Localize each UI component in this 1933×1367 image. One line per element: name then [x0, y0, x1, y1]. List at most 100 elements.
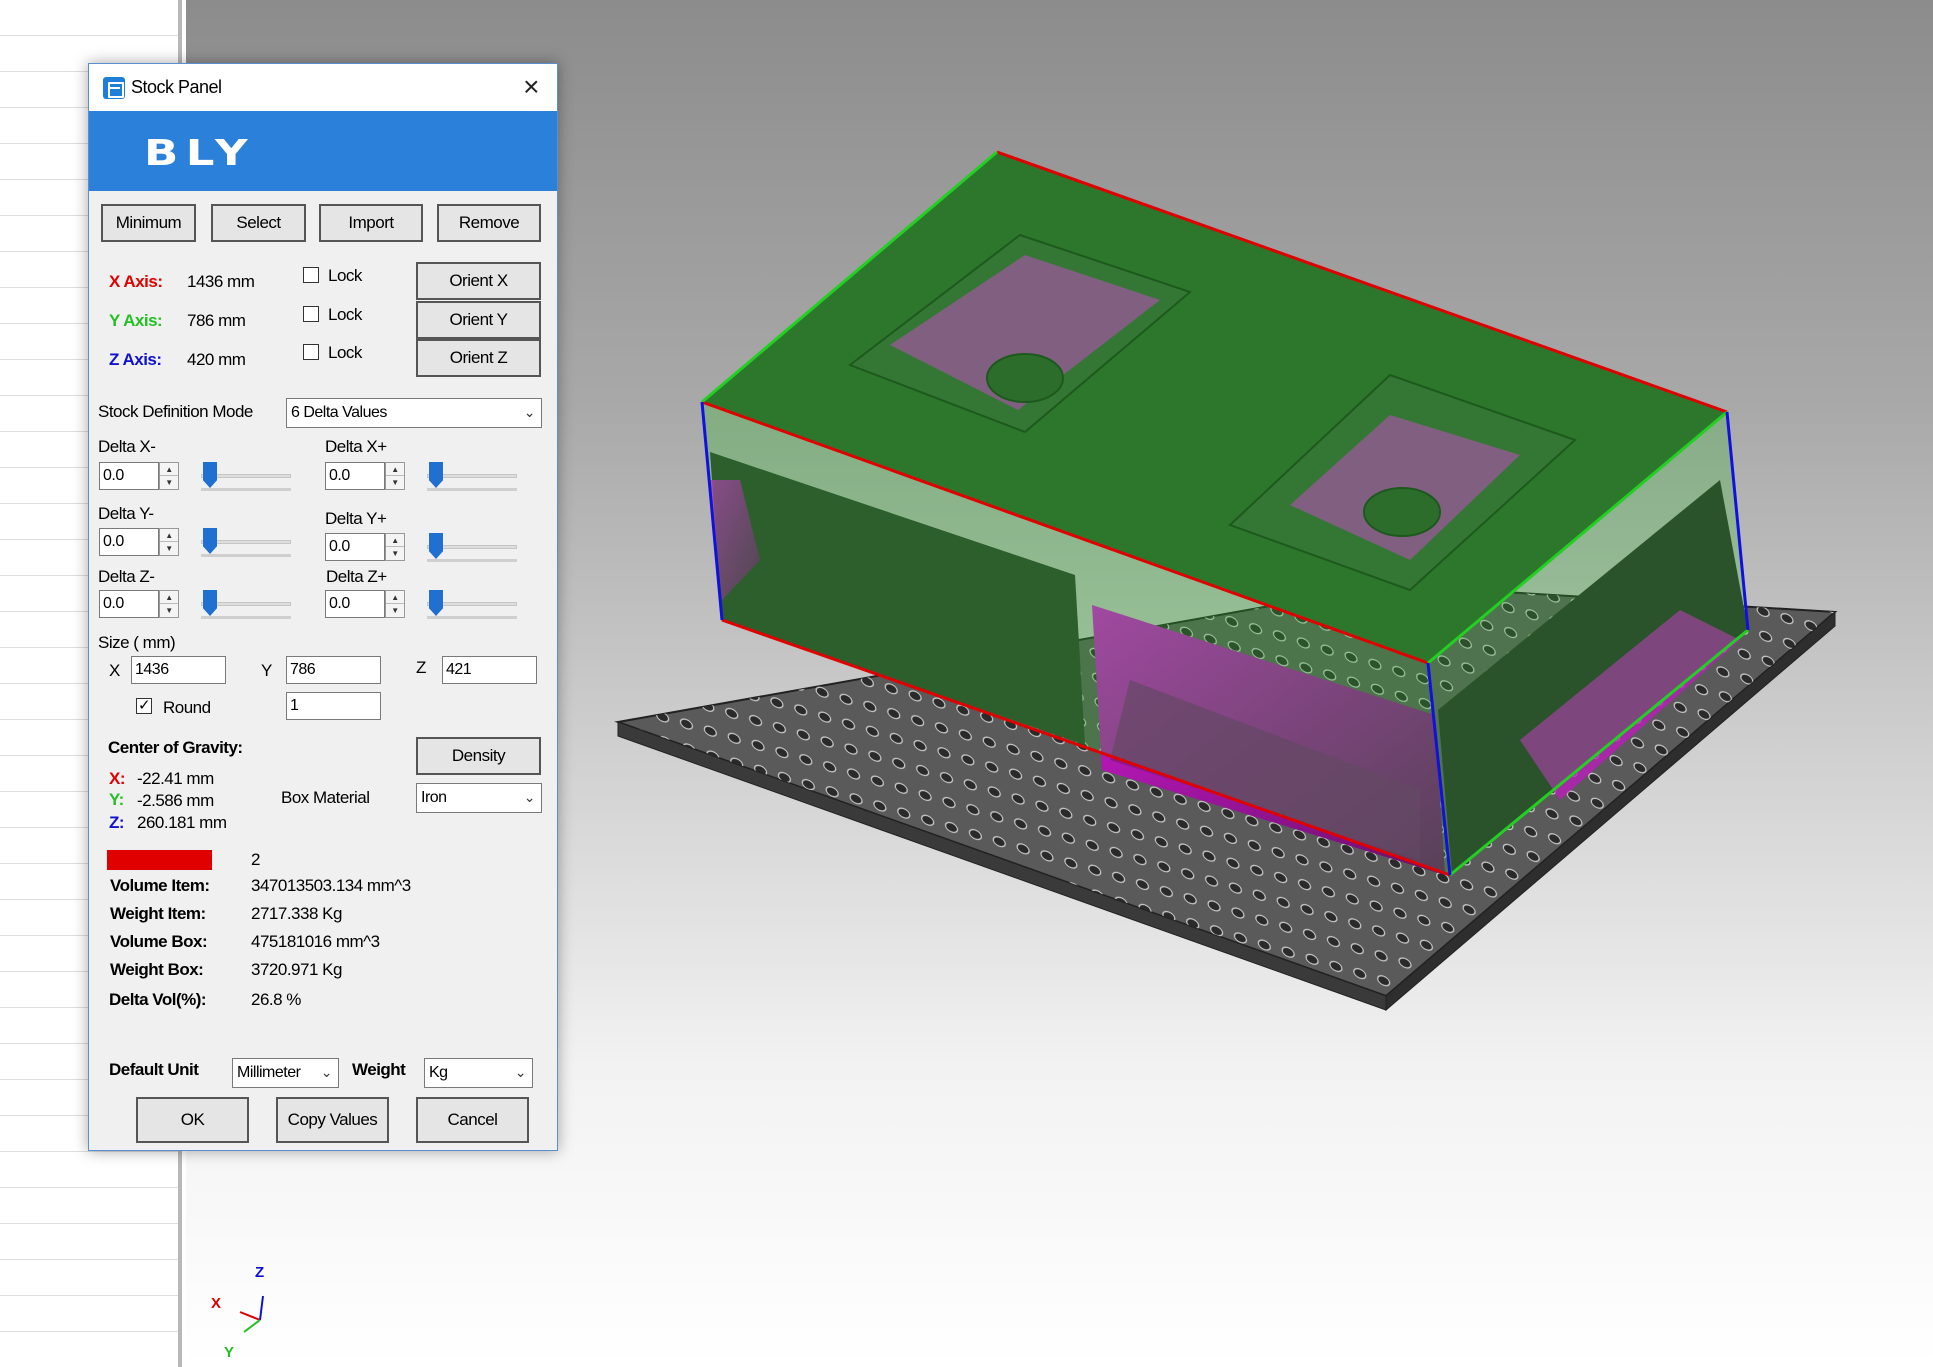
- cog-y-label: Y:: [109, 790, 124, 809]
- cog-y-value: -2.586 mm: [137, 791, 214, 810]
- y-lock-checkbox[interactable]: [303, 306, 319, 322]
- box-material-select[interactable]: Iron ⌄: [416, 783, 542, 813]
- weight-unit-label: Weight: [352, 1060, 406, 1079]
- box-material-value: Iron: [421, 789, 447, 806]
- round-checkbox[interactable]: ✓: [136, 698, 152, 714]
- app-icon: [103, 77, 125, 99]
- delta-y-minus-spinner[interactable]: ▲ ▼: [159, 528, 179, 556]
- weight-item-label: Weight Item:: [110, 904, 206, 923]
- delta-y-plus-input[interactable]: 0.0: [325, 533, 385, 561]
- delta-x-minus-label: Delta X-: [98, 437, 156, 456]
- num-models-value: 2: [251, 850, 260, 869]
- box-material-label: Box Material: [281, 788, 370, 807]
- size-z-input[interactable]: 421: [442, 656, 537, 684]
- cog-z-label: Z:: [109, 813, 125, 832]
- triad-x-label: X: [211, 1295, 221, 1312]
- stock-mode-select[interactable]: 6 Delta Values ⌄: [286, 398, 542, 428]
- dialog-title: Stock Panel: [131, 77, 222, 97]
- delta-y-minus-slider[interactable]: [201, 528, 291, 558]
- num-models-label: Num Models:: [107, 850, 213, 870]
- delta-z-plus-spinner[interactable]: ▲ ▼: [385, 590, 405, 618]
- brand-banner: BLY: [89, 111, 557, 191]
- round-input[interactable]: 1: [286, 692, 381, 720]
- x-axis-label: X Axis:: [109, 272, 163, 291]
- cancel-button[interactable]: Cancel: [416, 1097, 529, 1143]
- delta-z-minus-spinner[interactable]: ▲ ▼: [159, 590, 179, 618]
- delta-y-minus-input[interactable]: 0.0: [99, 528, 159, 556]
- chevron-down-icon: ⌄: [514, 1064, 527, 1080]
- default-unit-value: Millimeter: [237, 1064, 301, 1081]
- minimum-button[interactable]: Minimum: [101, 204, 196, 242]
- weight-unit-select[interactable]: Kg ⌄: [424, 1058, 533, 1088]
- delta-z-plus-slider[interactable]: [427, 590, 517, 620]
- cog-title: Center of Gravity:: [108, 738, 243, 757]
- default-unit-select[interactable]: Millimeter ⌄: [232, 1058, 339, 1088]
- y-axis-label: Y Axis:: [109, 311, 163, 330]
- z-lock-label: Lock: [328, 343, 362, 362]
- stock-mode-label: Stock Definition Mode: [98, 402, 253, 421]
- x-axis-value: 1436 mm: [187, 272, 255, 291]
- stock-mode-value: 6 Delta Values: [291, 404, 387, 421]
- delta-y-plus-label: Delta Y+: [325, 509, 387, 528]
- volume-box-value: 475181016 mm^3: [251, 932, 380, 951]
- delta-x-plus-slider[interactable]: [427, 462, 517, 492]
- delta-x-minus-input[interactable]: 0.0: [99, 462, 159, 490]
- delta-y-plus-spinner[interactable]: ▲ ▼: [385, 533, 405, 561]
- size-label: Size ( mm): [98, 633, 176, 652]
- title-bar[interactable]: Stock Panel ×: [89, 64, 557, 111]
- axis-triad: X Z Y: [211, 1264, 264, 1361]
- delta-vol-label: Delta Vol(%):: [109, 990, 207, 1009]
- default-unit-label: Default Unit: [109, 1060, 199, 1079]
- z-lock-checkbox[interactable]: [303, 344, 319, 360]
- volume-item-label: Volume Item:: [110, 876, 210, 895]
- y-axis-value: 786 mm: [187, 311, 246, 330]
- size-x-label: X: [109, 661, 120, 680]
- chevron-down-icon: ⌄: [523, 404, 536, 420]
- y-lock-label: Lock: [328, 305, 362, 324]
- delta-z-minus-label: Delta Z-: [98, 567, 155, 586]
- delta-z-plus-label: Delta Z+: [326, 567, 387, 586]
- chevron-down-icon: ⌄: [523, 789, 536, 805]
- cog-z-value: 260.181 mm: [137, 813, 227, 832]
- import-button[interactable]: Import: [319, 204, 423, 242]
- brand-logo: BLY: [144, 133, 256, 174]
- delta-vol-value: 26.8 %: [251, 990, 301, 1009]
- cog-x-value: -22.41 mm: [137, 769, 214, 788]
- volume-item-value: 347013503.134 mm^3: [251, 876, 411, 895]
- x-lock-label: Lock: [328, 266, 362, 285]
- triad-y-label: Y: [224, 1344, 234, 1361]
- delta-x-minus-slider[interactable]: [201, 462, 291, 492]
- delta-z-plus-input[interactable]: 0.0: [325, 590, 385, 618]
- orient-x-button[interactable]: Orient X: [416, 262, 541, 300]
- delta-x-minus-spinner[interactable]: ▲ ▼: [159, 462, 179, 490]
- size-z-label: Z: [416, 658, 426, 677]
- size-y-input[interactable]: 786: [286, 656, 381, 684]
- delta-y-plus-slider[interactable]: [427, 533, 517, 563]
- delta-x-plus-spinner[interactable]: ▲ ▼: [385, 462, 405, 490]
- z-axis-value: 420 mm: [187, 350, 246, 369]
- remove-button[interactable]: Remove: [437, 204, 541, 242]
- weight-item-value: 2717.338 Kg: [251, 904, 342, 923]
- cog-x-label: X:: [109, 769, 126, 788]
- ok-button[interactable]: OK: [136, 1097, 249, 1143]
- size-y-label: Y: [261, 661, 272, 680]
- round-label: Round: [163, 698, 211, 717]
- stock-panel-dialog: Stock Panel × BLY Minimum Select Import …: [88, 63, 558, 1151]
- close-icon[interactable]: ×: [513, 70, 549, 104]
- orient-y-button[interactable]: Orient Y: [416, 301, 541, 339]
- orient-z-button[interactable]: Orient Z: [416, 339, 541, 377]
- weight-box-label: Weight Box:: [110, 960, 204, 979]
- delta-y-minus-label: Delta Y-: [98, 504, 154, 523]
- delta-x-plus-input[interactable]: 0.0: [325, 462, 385, 490]
- copy-values-button[interactable]: Copy Values: [276, 1097, 389, 1143]
- density-button[interactable]: Density: [416, 737, 541, 775]
- size-x-input[interactable]: 1436: [131, 656, 226, 684]
- z-axis-label: Z Axis:: [109, 350, 162, 369]
- delta-z-minus-input[interactable]: 0.0: [99, 590, 159, 618]
- delta-z-minus-slider[interactable]: [201, 590, 291, 620]
- chevron-down-icon: ⌄: [320, 1064, 333, 1080]
- x-lock-checkbox[interactable]: [303, 267, 319, 283]
- delta-x-plus-label: Delta X+: [325, 437, 387, 456]
- select-button[interactable]: Select: [211, 204, 306, 242]
- volume-box-label: Volume Box:: [110, 932, 208, 951]
